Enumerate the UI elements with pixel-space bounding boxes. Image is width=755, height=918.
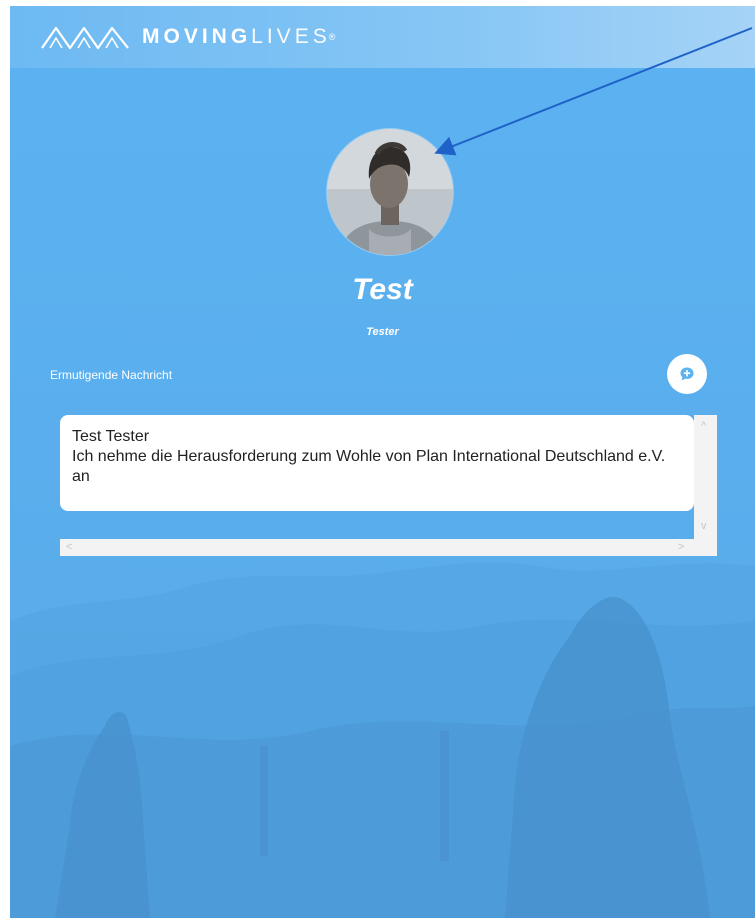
chat-bubble-icon xyxy=(680,367,694,381)
message-textarea[interactable]: Test Tester Ich nehme die Herausforderun… xyxy=(60,415,717,556)
scroll-left-arrow[interactable]: < xyxy=(66,542,72,553)
send-message-button[interactable] xyxy=(667,354,707,394)
logo-light-text: LIVES xyxy=(251,25,331,48)
top-bar: MOVINGLIVES® xyxy=(10,6,755,68)
encouraging-message-label: Ermutigende Nachricht xyxy=(50,368,173,382)
profile-name: Test xyxy=(352,273,413,306)
vertical-scrollbar[interactable]: ^ v xyxy=(694,415,717,539)
profile-subtitle: Tester xyxy=(366,326,399,338)
scroll-up-arrow[interactable]: ^ xyxy=(701,421,706,432)
message-text[interactable]: Test Tester Ich nehme die Herausforderun… xyxy=(60,415,694,511)
moving-lives-logo[interactable]: MOVINGLIVES® xyxy=(40,23,335,51)
app-page: MOVINGLIVES® Test Tester Ermutigende Nac… xyxy=(10,6,755,918)
logo-wave-icon xyxy=(41,26,129,50)
logo-wordmark: MOVINGLIVES® xyxy=(142,24,335,50)
logo-bold-text: MOVING xyxy=(142,25,252,48)
background-landscape xyxy=(10,562,755,918)
scroll-down-arrow[interactable]: v xyxy=(701,521,707,532)
scroll-right-arrow[interactable]: > xyxy=(678,542,684,553)
profile-avatar xyxy=(327,129,453,255)
horizontal-scrollbar[interactable]: < > xyxy=(60,539,717,556)
